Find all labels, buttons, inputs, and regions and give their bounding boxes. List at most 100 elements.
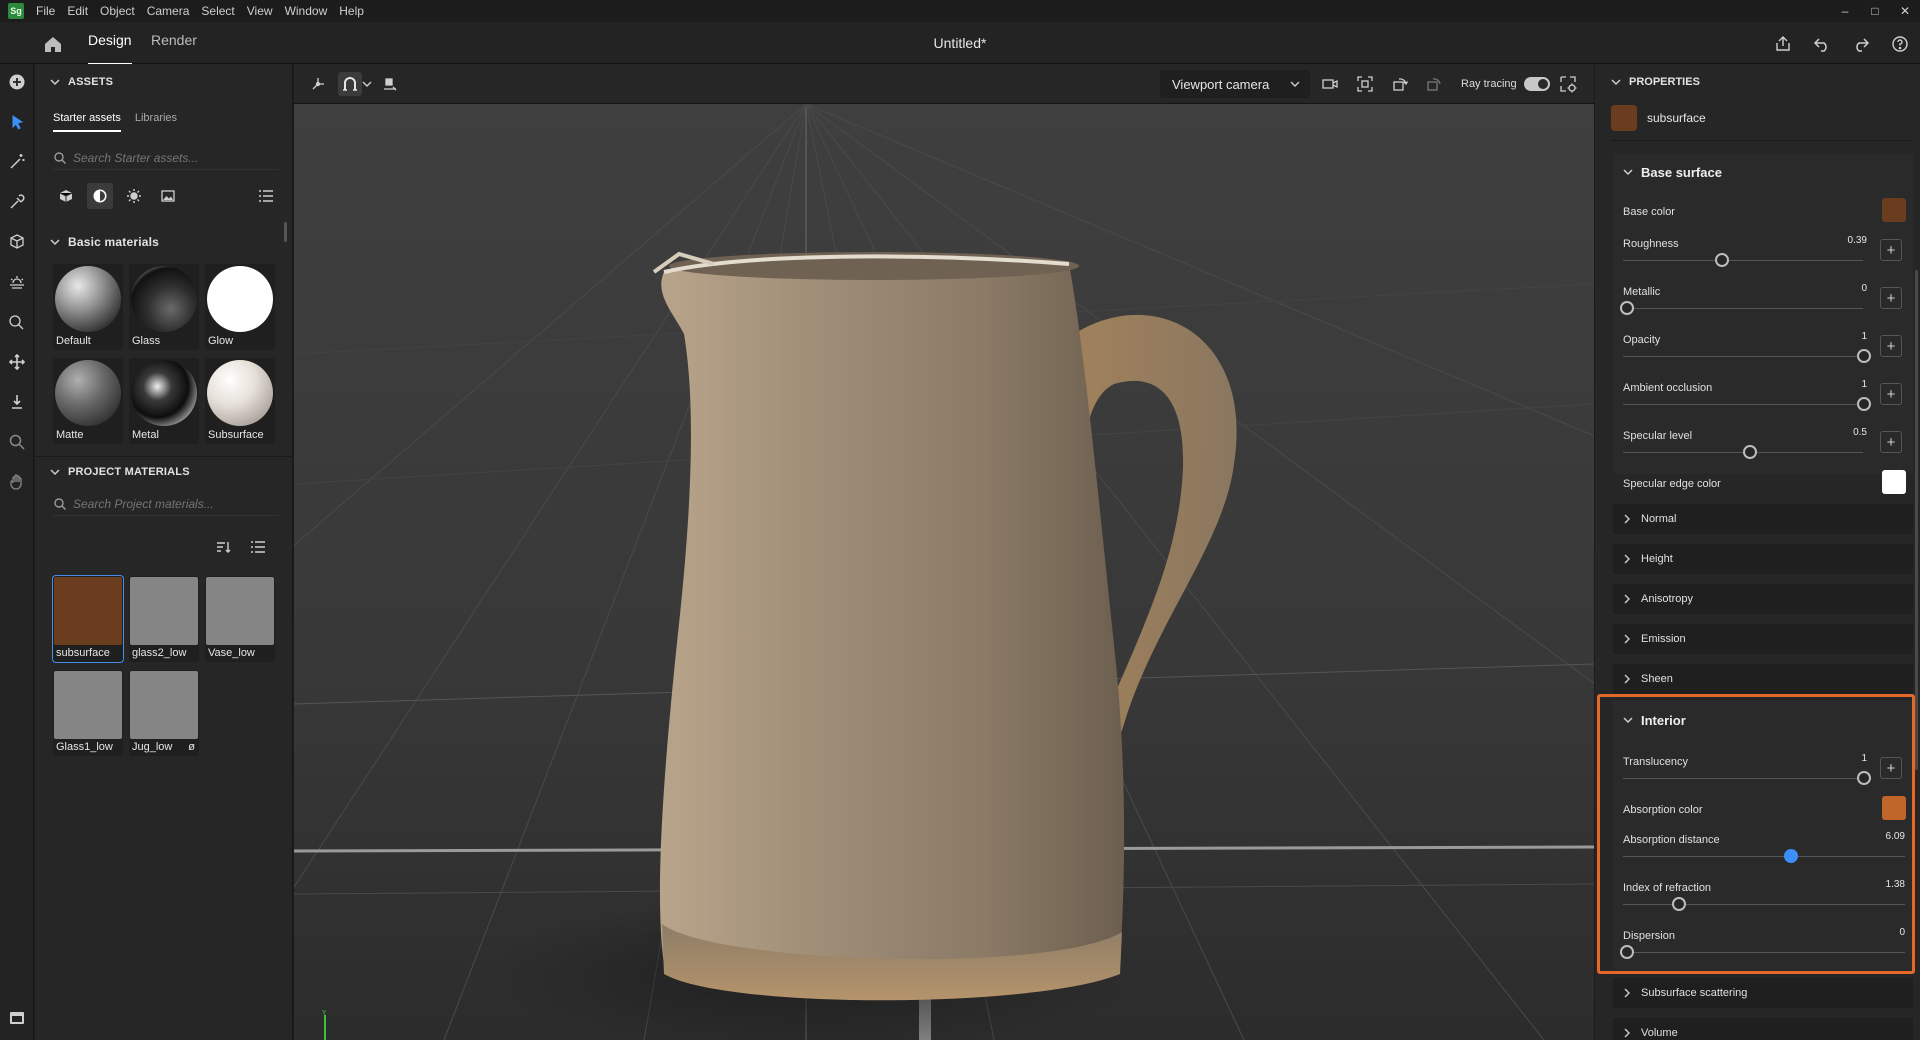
tab-starter-assets[interactable]: Starter assets <box>53 112 121 132</box>
environment-tool-icon[interactable] <box>5 270 29 294</box>
snap-magnet-icon[interactable] <box>338 72 362 96</box>
specular-edge-color-swatch[interactable] <box>1882 470 1906 494</box>
drop-tool-icon[interactable] <box>5 390 29 414</box>
ray-tracing-toggle[interactable] <box>1524 77 1550 91</box>
specular-level-add-map-button[interactable]: + <box>1880 431 1902 453</box>
roughness-add-map-button[interactable]: + <box>1880 239 1902 261</box>
material-selector[interactable]: subsurface <box>1611 104 1706 132</box>
magic-wand-icon[interactable] <box>5 150 29 174</box>
properties-scrollbar[interactable] <box>1915 270 1918 770</box>
assets-header[interactable]: ASSETS <box>35 72 113 92</box>
menu-select[interactable]: Select <box>195 0 240 22</box>
project-tile-glass1-low[interactable]: Glass1_low <box>53 670 123 756</box>
roughness-slider-track[interactable] <box>1623 260 1863 261</box>
camera-reset-icon[interactable] <box>1422 72 1446 96</box>
move-tool-icon[interactable] <box>5 350 29 374</box>
snap-options-chevron-icon[interactable] <box>360 72 374 96</box>
maximize-icon[interactable]: □ <box>1860 0 1890 22</box>
section-anisotropy[interactable]: Anisotropy <box>1613 584 1913 614</box>
ambient-occlusion-add-map-button[interactable]: + <box>1880 383 1902 405</box>
list-view-icon[interactable] <box>253 183 279 209</box>
frame-selection-icon[interactable] <box>1353 72 1377 96</box>
section-volume[interactable]: Volume <box>1613 1018 1913 1040</box>
menu-edit[interactable]: Edit <box>61 0 94 22</box>
dispersion-slider-track[interactable] <box>1623 952 1905 953</box>
index-of-refraction-slider-knob[interactable] <box>1672 897 1686 911</box>
metallic-slider-track[interactable] <box>1623 308 1863 309</box>
material-tile-metal[interactable]: Metal <box>129 358 199 444</box>
specular-level-slider-knob[interactable] <box>1743 445 1757 459</box>
select-tool-icon[interactable] <box>5 110 29 134</box>
help-icon[interactable] <box>1887 32 1913 56</box>
material-tile-glow[interactable]: Glow <box>205 264 275 350</box>
material-tile-glass[interactable]: Glass <box>129 264 199 350</box>
interior-header[interactable]: Interior <box>1623 710 1686 730</box>
assets-scrollbar[interactable] <box>284 222 287 242</box>
translucency-slider-knob[interactable] <box>1857 771 1871 785</box>
menu-view[interactable]: View <box>241 0 279 22</box>
material-tile-matte[interactable]: Matte <box>53 358 123 444</box>
project-search-input[interactable] <box>73 496 263 511</box>
undo-icon[interactable] <box>1809 32 1835 56</box>
images-filter-icon[interactable] <box>155 183 181 209</box>
ambient-occlusion-slider-knob[interactable] <box>1857 397 1871 411</box>
transform-icon[interactable] <box>306 72 330 96</box>
base-color-swatch[interactable] <box>1882 198 1906 222</box>
pan-hand-icon[interactable] <box>5 470 29 494</box>
menu-camera[interactable]: Camera <box>141 0 196 22</box>
redo-icon[interactable] <box>1848 32 1874 56</box>
cube-tool-icon[interactable] <box>5 230 29 254</box>
index-of-refraction-slider-track[interactable] <box>1623 904 1905 905</box>
render-settings-icon[interactable] <box>1556 72 1580 96</box>
camera-dropdown[interactable]: Viewport camera <box>1160 70 1310 98</box>
tab-libraries[interactable]: Libraries <box>135 112 177 132</box>
sort-icon[interactable] <box>211 534 237 560</box>
drop-to-ground-icon[interactable] <box>378 72 402 96</box>
section-emission[interactable]: Emission <box>1613 624 1913 654</box>
section-height[interactable]: Height <box>1613 544 1913 574</box>
zoom-icon[interactable] <box>5 430 29 454</box>
project-tile-jug-low[interactable]: Jug_low ø <box>129 670 199 756</box>
section-normal[interactable]: Normal <box>1613 504 1913 534</box>
material-tile-default[interactable]: Default <box>53 264 123 350</box>
base-surface-header[interactable]: Base surface <box>1623 162 1722 182</box>
menu-help[interactable]: Help <box>333 0 370 22</box>
basic-materials-header[interactable]: Basic materials <box>35 232 159 252</box>
metallic-slider-knob[interactable] <box>1620 301 1634 315</box>
menu-object[interactable]: Object <box>94 0 141 22</box>
roughness-slider-knob[interactable] <box>1715 253 1729 267</box>
opacity-add-map-button[interactable]: + <box>1880 335 1902 357</box>
list-view-icon[interactable] <box>245 534 271 560</box>
translucency-slider-track[interactable] <box>1623 778 1863 779</box>
viewport-canvas[interactable]: Y <box>294 104 1594 1040</box>
paint-tool-icon[interactable] <box>5 310 29 334</box>
panel-toggle-icon[interactable] <box>5 1006 29 1030</box>
properties-header[interactable]: PROPERTIES <box>1595 72 1700 92</box>
absorption-distance-slider-knob[interactable] <box>1784 849 1798 863</box>
project-tile-glass2-low[interactable]: glass2_low <box>129 576 199 662</box>
section-subsurface-scattering[interactable]: Subsurface scattering <box>1613 978 1913 1008</box>
close-icon[interactable]: ✕ <box>1890 0 1920 22</box>
dispersion-slider-knob[interactable] <box>1620 945 1634 959</box>
camera-rotate-icon[interactable] <box>1388 72 1412 96</box>
share-icon[interactable] <box>1770 32 1796 56</box>
project-materials-header[interactable]: PROJECT MATERIALS <box>35 462 190 482</box>
opacity-slider-knob[interactable] <box>1857 349 1871 363</box>
opacity-slider-track[interactable] <box>1623 356 1863 357</box>
eyedropper-icon[interactable] <box>5 190 29 214</box>
metallic-add-map-button[interactable]: + <box>1880 287 1902 309</box>
camera-view-icon[interactable] <box>1318 72 1342 96</box>
materials-filter-icon[interactable] <box>87 183 113 209</box>
project-tile-subsurface[interactable]: subsurface <box>52 575 124 663</box>
add-icon[interactable] <box>5 70 29 94</box>
project-tile-vase-low[interactable]: Vase_low <box>205 576 275 662</box>
absorption-distance-slider-track[interactable] <box>1623 856 1905 857</box>
section-sheen[interactable]: Sheen <box>1613 664 1913 694</box>
translucency-add-map-button[interactable]: + <box>1880 757 1902 779</box>
absorption-color-swatch[interactable] <box>1882 796 1906 820</box>
menu-file[interactable]: File <box>30 0 61 22</box>
menu-window[interactable]: Window <box>279 0 334 22</box>
material-tile-subsurface[interactable]: Subsurface <box>205 358 275 444</box>
models-filter-icon[interactable] <box>53 183 79 209</box>
minimize-icon[interactable]: – <box>1830 0 1860 22</box>
